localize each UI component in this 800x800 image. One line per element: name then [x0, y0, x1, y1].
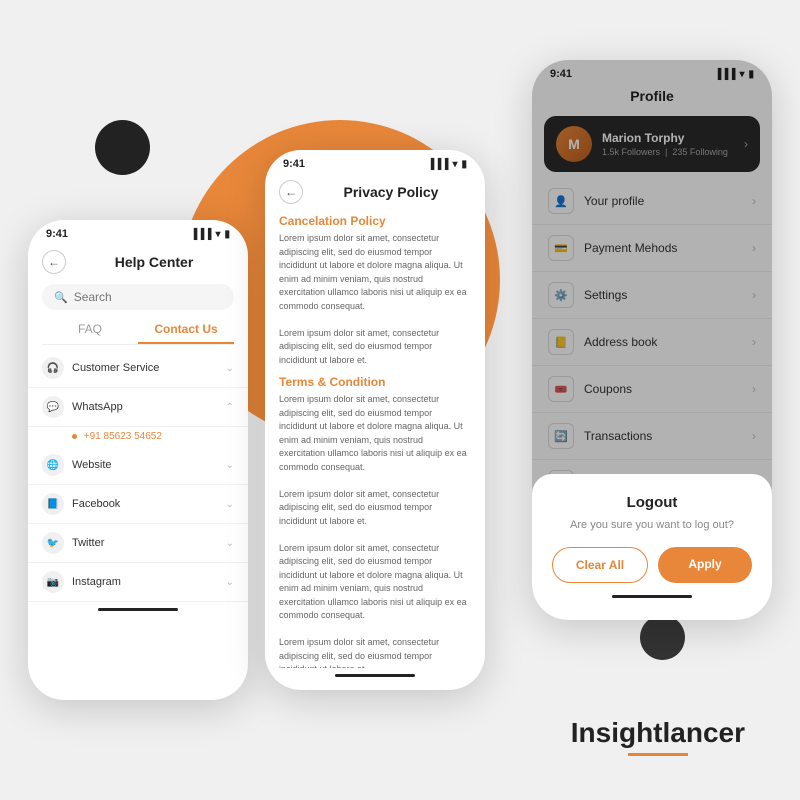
home-indicator-2	[335, 674, 415, 677]
menu-item-website[interactable]: 🌐 Website ⌄	[28, 446, 248, 485]
whatsapp-icon: 💬	[42, 396, 64, 418]
policy-heading-2: Terms & Condition	[279, 375, 471, 389]
home-indicator-1	[98, 608, 178, 611]
chevron-icon-ig: ⌄	[226, 577, 234, 588]
clear-all-button[interactable]: Clear All	[552, 547, 648, 583]
chevron-icon-fb: ⌄	[226, 499, 234, 510]
phone-help-center: 9:41 ▐▐▐ ▾ ▮ ← Help Center 🔍 FAQ Contact…	[28, 220, 248, 700]
status-time-2: 9:41	[283, 158, 305, 170]
chevron-icon-tw: ⌄	[226, 538, 234, 549]
logout-title: Logout	[552, 494, 752, 511]
search-icon-1: 🔍	[54, 291, 68, 304]
brand: Insightlancer	[571, 717, 745, 756]
back-button-1[interactable]: ←	[42, 250, 66, 274]
status-icons-2: ▐▐▐ ▾ ▮	[427, 159, 467, 170]
search-bar-1[interactable]: 🔍	[42, 284, 234, 310]
website-icon: 🌐	[42, 454, 64, 476]
status-time-1: 9:41	[46, 228, 68, 240]
back-bar-2: ← Privacy Policy	[265, 174, 485, 208]
twitter-icon: 🐦	[42, 532, 64, 554]
tab-faq[interactable]: FAQ	[42, 316, 138, 344]
status-icons-1: ▐▐▐ ▾ ▮	[190, 229, 230, 240]
bg-black-circle-top	[95, 120, 150, 175]
phone-privacy-policy: 9:41 ▐▐▐ ▾ ▮ ← Privacy Policy Cancelatio…	[265, 150, 485, 690]
menu-list-1: 🎧 Customer Service ⌄ 💬 WhatsApp ⌃ +91 85…	[28, 349, 248, 602]
status-bar-1: 9:41 ▐▐▐ ▾ ▮	[28, 220, 248, 244]
screen-title-1: Help Center	[74, 254, 234, 270]
brand-name: Insightlancer	[571, 717, 745, 749]
back-bar-1: ← Help Center	[28, 244, 248, 278]
screen-title-2: Privacy Policy	[311, 184, 471, 200]
menu-item-instagram[interactable]: 📷 Instagram ⌄	[28, 563, 248, 602]
instagram-icon: 📷	[42, 571, 64, 593]
whatsapp-number: +91 85623 54652	[28, 427, 248, 446]
policy-content: Cancelation Policy Lorem ipsum dolor sit…	[265, 208, 485, 668]
menu-item-facebook[interactable]: 📘 Facebook ⌄	[28, 485, 248, 524]
chevron-icon: ⌄	[226, 363, 234, 374]
logout-subtitle: Are you sure you want to log out?	[552, 519, 752, 531]
brand-underline	[628, 753, 688, 756]
menu-item-twitter[interactable]: 🐦 Twitter ⌄	[28, 524, 248, 563]
tab-contact-us[interactable]: Contact Us	[138, 316, 234, 344]
policy-text-2: Lorem ipsum dolor sit amet, consectetur …	[279, 393, 471, 668]
facebook-icon: 📘	[42, 493, 64, 515]
menu-item-whatsapp[interactable]: 💬 WhatsApp ⌃	[28, 388, 248, 427]
customer-service-icon: 🎧	[42, 357, 64, 379]
home-indicator-3	[612, 595, 692, 598]
phone-profile: 9:41 ▐▐▐ ▾ ▮ Profile M Marion Torphy 1.5…	[532, 60, 772, 620]
search-input-1[interactable]	[74, 290, 222, 304]
logout-buttons: Clear All Apply	[552, 547, 752, 583]
policy-text-1: Lorem ipsum dolor sit amet, consectetur …	[279, 232, 471, 367]
apply-button[interactable]: Apply	[658, 547, 752, 583]
logout-modal: Logout Are you sure you want to log out?…	[532, 474, 772, 620]
status-bar-2: 9:41 ▐▐▐ ▾ ▮	[265, 150, 485, 174]
dot-icon	[72, 434, 77, 439]
logout-modal-overlay: Logout Are you sure you want to log out?…	[532, 60, 772, 620]
policy-heading-1: Cancelation Policy	[279, 214, 471, 228]
chevron-icon-wa: ⌃	[226, 402, 234, 413]
menu-item-customer-service[interactable]: 🎧 Customer Service ⌄	[28, 349, 248, 388]
chevron-icon-web: ⌄	[226, 460, 234, 471]
back-button-2[interactable]: ←	[279, 180, 303, 204]
bg-black-circle-bottom	[640, 615, 685, 660]
tab-row-1: FAQ Contact Us	[42, 316, 234, 345]
